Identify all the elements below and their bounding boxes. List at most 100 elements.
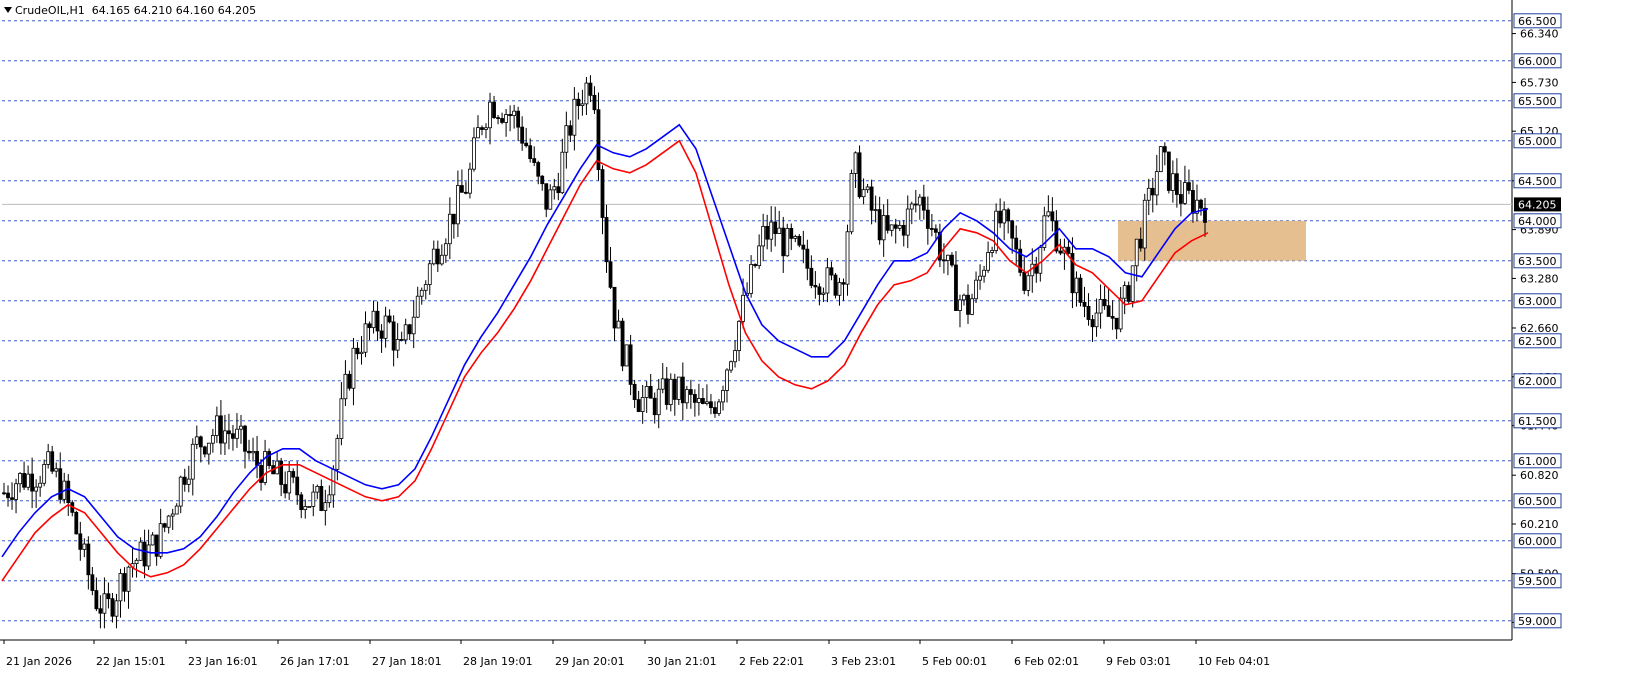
price-tick-label: 66.340 [1520, 28, 1559, 41]
time-tick-label: 29 Jan 20:01 [555, 655, 625, 668]
candle-body [1050, 211, 1055, 222]
candle-body [1170, 173, 1175, 191]
candle-body [1150, 187, 1155, 196]
candle-body [315, 485, 320, 493]
candle-body [644, 386, 649, 398]
candle-body [749, 264, 754, 294]
candle-body [247, 450, 251, 454]
candle-body [174, 505, 179, 515]
candle-body [942, 259, 946, 262]
candle-body [94, 590, 99, 610]
candle-body [299, 494, 304, 511]
candle-body [1106, 305, 1111, 317]
candle-body [423, 284, 428, 291]
level-label: 62.000 [1518, 375, 1557, 388]
candle-body [676, 376, 681, 400]
candle-body [656, 388, 661, 416]
candle-body [865, 186, 870, 191]
candle-body [1026, 275, 1031, 291]
candle-body [893, 224, 898, 229]
candle-body [468, 168, 472, 194]
candle-body [524, 142, 529, 147]
candle-body [909, 203, 914, 210]
candle-body [853, 152, 858, 174]
candle-body [913, 203, 918, 206]
candle-body [1178, 194, 1183, 204]
candle-body [295, 476, 300, 496]
candle-body [492, 101, 496, 118]
candle-body [460, 185, 464, 193]
candle-body [415, 295, 420, 318]
candle-body [383, 315, 388, 339]
candle-body [1126, 285, 1131, 302]
candle-body [504, 114, 508, 123]
candle-body [632, 383, 637, 400]
candle-body [1102, 298, 1107, 307]
candle-body [150, 534, 155, 546]
candle-body [239, 425, 243, 430]
candle-body [1166, 151, 1171, 191]
candle-body [50, 451, 55, 472]
candle-body [781, 227, 786, 257]
price-chart[interactable]: 66.34065.73065.12064.50063.89063.28062.6… [0, 0, 1641, 674]
candle-body [869, 186, 874, 211]
candle-body [407, 324, 412, 335]
candle-body [1110, 316, 1115, 319]
level-label: 62.500 [1518, 335, 1557, 348]
candle-body [26, 473, 31, 488]
candle-body [1066, 246, 1071, 254]
candle-body [560, 151, 565, 194]
candle-body [194, 436, 199, 445]
candle-body [1162, 146, 1167, 153]
candle-body [178, 476, 183, 507]
candle-body [604, 217, 609, 263]
candle-body [757, 245, 762, 267]
candle-body [439, 254, 444, 265]
candle-body [652, 397, 657, 416]
candle-body [921, 196, 926, 211]
candle-body [451, 213, 456, 225]
candle-body [801, 244, 806, 250]
level-label: 61.000 [1518, 455, 1557, 468]
candle-body [950, 254, 954, 266]
candle-body [182, 476, 187, 485]
candle-body [464, 191, 468, 194]
candle-body [74, 511, 79, 535]
candle-body [628, 344, 633, 385]
candle-body [190, 443, 195, 480]
candle-body [821, 292, 826, 295]
candle-body [371, 310, 376, 329]
candle-body [18, 473, 22, 485]
candle-body [1098, 298, 1103, 314]
candle-body [435, 248, 440, 265]
candle-body [235, 428, 239, 439]
candle-body [379, 330, 384, 339]
candle-body [126, 566, 131, 592]
candle-body [1122, 285, 1127, 299]
candle-body [612, 286, 617, 329]
candle-body [540, 175, 545, 185]
candle-body [789, 228, 794, 239]
candle-body [202, 446, 207, 455]
candle-body [773, 221, 778, 234]
candle-body [1130, 265, 1135, 302]
candle-body [500, 118, 504, 123]
candle-body [568, 125, 573, 136]
candle-body [668, 378, 673, 405]
candle-body [283, 484, 288, 494]
candle-body [231, 433, 235, 439]
time-tick-label: 6 Feb 02:01 [1014, 655, 1079, 668]
candle-body [335, 438, 340, 470]
candle-body [849, 173, 854, 233]
candle-body [90, 574, 95, 591]
candle-body [709, 401, 713, 408]
candle-body [516, 110, 521, 128]
level-label: 63.000 [1518, 295, 1557, 308]
candle-body [845, 231, 850, 285]
candle-body [399, 339, 404, 341]
candle-body [134, 559, 139, 565]
candle-body [1082, 301, 1087, 307]
candle-body [34, 486, 39, 492]
candle-body [1014, 237, 1019, 250]
candle-body [958, 299, 962, 311]
